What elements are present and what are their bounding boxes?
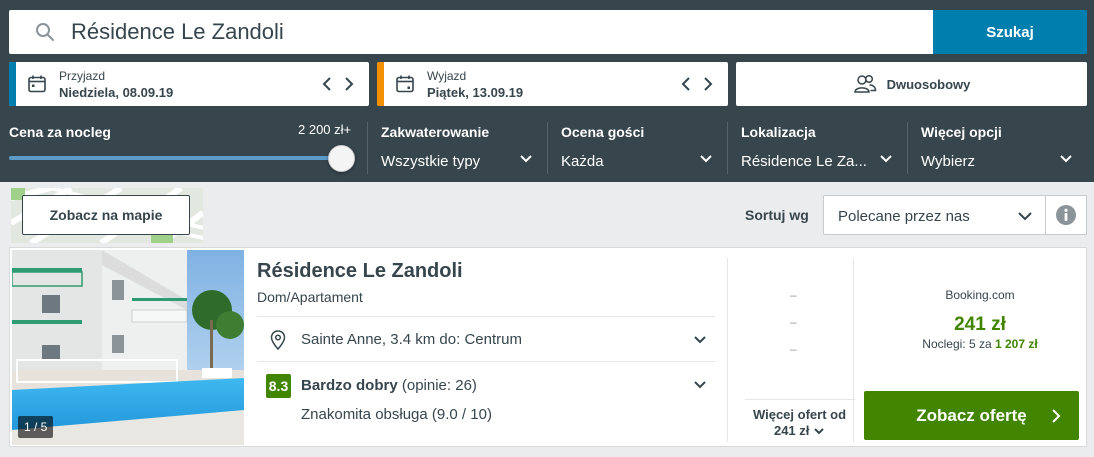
guests-icon [853, 74, 876, 93]
top-bar: Résidence Le Zandoli Szukaj Przyjazd Nie… [0, 0, 1094, 182]
price-slider-track[interactable] [9, 156, 341, 160]
view-offer-button[interactable]: Zobacz ofertę [864, 391, 1079, 440]
rating-score-badge: 8.3 [266, 374, 291, 398]
chevron-down-icon [1018, 212, 1032, 221]
room-type-selector[interactable]: Dwuosobowy [736, 62, 1087, 106]
offer-placeholder: – [790, 342, 797, 356]
search-input[interactable]: Résidence Le Zandoli [9, 10, 934, 54]
more-options-filter-title: Więcej opcji [921, 124, 1002, 140]
checkout-label: Wyjazd [427, 69, 467, 83]
rating-row[interactable]: 8.3 Bardzo dobry (opinie: 26) [257, 362, 715, 406]
sort-selected-value: Polecane przez nas [838, 208, 970, 225]
view-on-map-button[interactable]: Zobacz na mapie [22, 195, 190, 235]
search-query: Résidence Le Zandoli [71, 19, 284, 44]
more-offers-price-row: 241 zł [737, 423, 862, 439]
offer-provider: Booking.com [945, 288, 1015, 302]
nights-prefix: Noclegi: 5 za [922, 337, 992, 351]
price-slider-handle[interactable] [328, 145, 355, 172]
checkin-value: Niedziela, 08.09.19 [59, 85, 174, 100]
checkin-label: Przyjazd [59, 69, 106, 83]
calendar-icon [28, 75, 46, 93]
chevron-down-icon [814, 428, 824, 435]
chevron-right-icon [1052, 409, 1061, 423]
checkout-value: Piątek, 13.09.19 [427, 85, 524, 100]
more-options-filter[interactable]: Więcej opcji Wybierz [907, 122, 1087, 174]
guest-rating-filter[interactable]: Ocena gości Każda [547, 122, 727, 174]
divider [745, 399, 855, 400]
room-type-label: Dwuosobowy [886, 76, 971, 92]
offer-price: 241 zł [954, 314, 1006, 335]
chevron-down-icon [1060, 155, 1072, 163]
location-pin-icon [270, 330, 286, 350]
sort-dropdown[interactable]: Polecane przez nas [823, 195, 1046, 235]
price-filter-title: Cena za nocleg [9, 124, 111, 140]
sort-info-button[interactable] [1046, 195, 1087, 235]
chevron-down-icon [520, 155, 532, 163]
offer-nights-total: Noclegi: 5 za 1 207 zł [872, 337, 1088, 351]
info-icon [1056, 205, 1076, 225]
checkin-date-field[interactable]: Przyjazd Niedziela, 08.09.19 [9, 62, 369, 106]
chevron-down-icon [880, 155, 892, 163]
filter-bar: Cena za nocleg 2 200 zł+ Zakwaterowanie … [0, 118, 1094, 178]
hotel-location: Sainte Anne, 3.4 km do: Centrum [301, 331, 522, 348]
previous-day-chevron-icon[interactable] [680, 74, 692, 94]
checkout-date-field[interactable]: Wyjazd Piątek, 13.09.19 [377, 62, 728, 106]
more-offers-price: 241 zł [773, 423, 810, 438]
location-filter-title: Lokalizacja [741, 124, 816, 140]
service-rating: Znakomita obsługa (9.0 / 10) [301, 406, 492, 423]
rating-count: (opinie: 26) [401, 377, 477, 394]
chevron-down-icon [694, 336, 706, 344]
more-offers-button[interactable]: Więcej ofert od 241 zł [737, 407, 862, 439]
chevron-down-icon [700, 155, 712, 163]
hotel-result-card: 1 / 5 Résidence Le Zandoli Dom/Apartamen… [9, 247, 1087, 447]
next-day-chevron-icon[interactable] [343, 74, 355, 94]
column-separator [727, 258, 728, 442]
accommodation-filter[interactable]: Zakwaterowanie Wszystkie typy [367, 122, 547, 174]
search-button[interactable]: Szukaj [933, 10, 1087, 54]
checkout-accent-bar [377, 62, 384, 106]
sort-label: Sortuj wg [745, 207, 809, 223]
hotel-name-link[interactable]: Résidence Le Zandoli [257, 260, 463, 283]
offer-placeholder: – [790, 288, 797, 302]
previous-day-chevron-icon[interactable] [321, 74, 333, 94]
hotel-photo[interactable]: 1 / 5 [12, 250, 244, 445]
view-offer-label: Zobacz ofertę [916, 405, 1027, 425]
offer-placeholder: – [790, 315, 797, 329]
chevron-down-icon [694, 381, 706, 389]
accommodation-filter-title: Zakwaterowanie [381, 124, 490, 140]
photo-counter: 1 / 5 [18, 416, 54, 438]
next-day-chevron-icon[interactable] [702, 74, 714, 94]
price-filter-max: 2 200 zł+ [298, 122, 352, 137]
hotel-type: Dom/Apartament [257, 289, 363, 305]
checkin-accent-bar [9, 62, 16, 106]
guest-rating-filter-title: Ocena gości [561, 124, 645, 140]
more-offers-label: Więcej ofert od [752, 407, 847, 422]
nights-total-price: 1 207 zł [995, 337, 1038, 351]
search-icon [36, 23, 54, 41]
calendar-icon [396, 75, 414, 93]
location-row[interactable]: Sainte Anne, 3.4 km do: Centrum [257, 317, 715, 361]
location-filter[interactable]: Lokalizacja Résidence Le Za... [727, 122, 907, 174]
rating-word: Bardzo dobry [301, 377, 398, 394]
